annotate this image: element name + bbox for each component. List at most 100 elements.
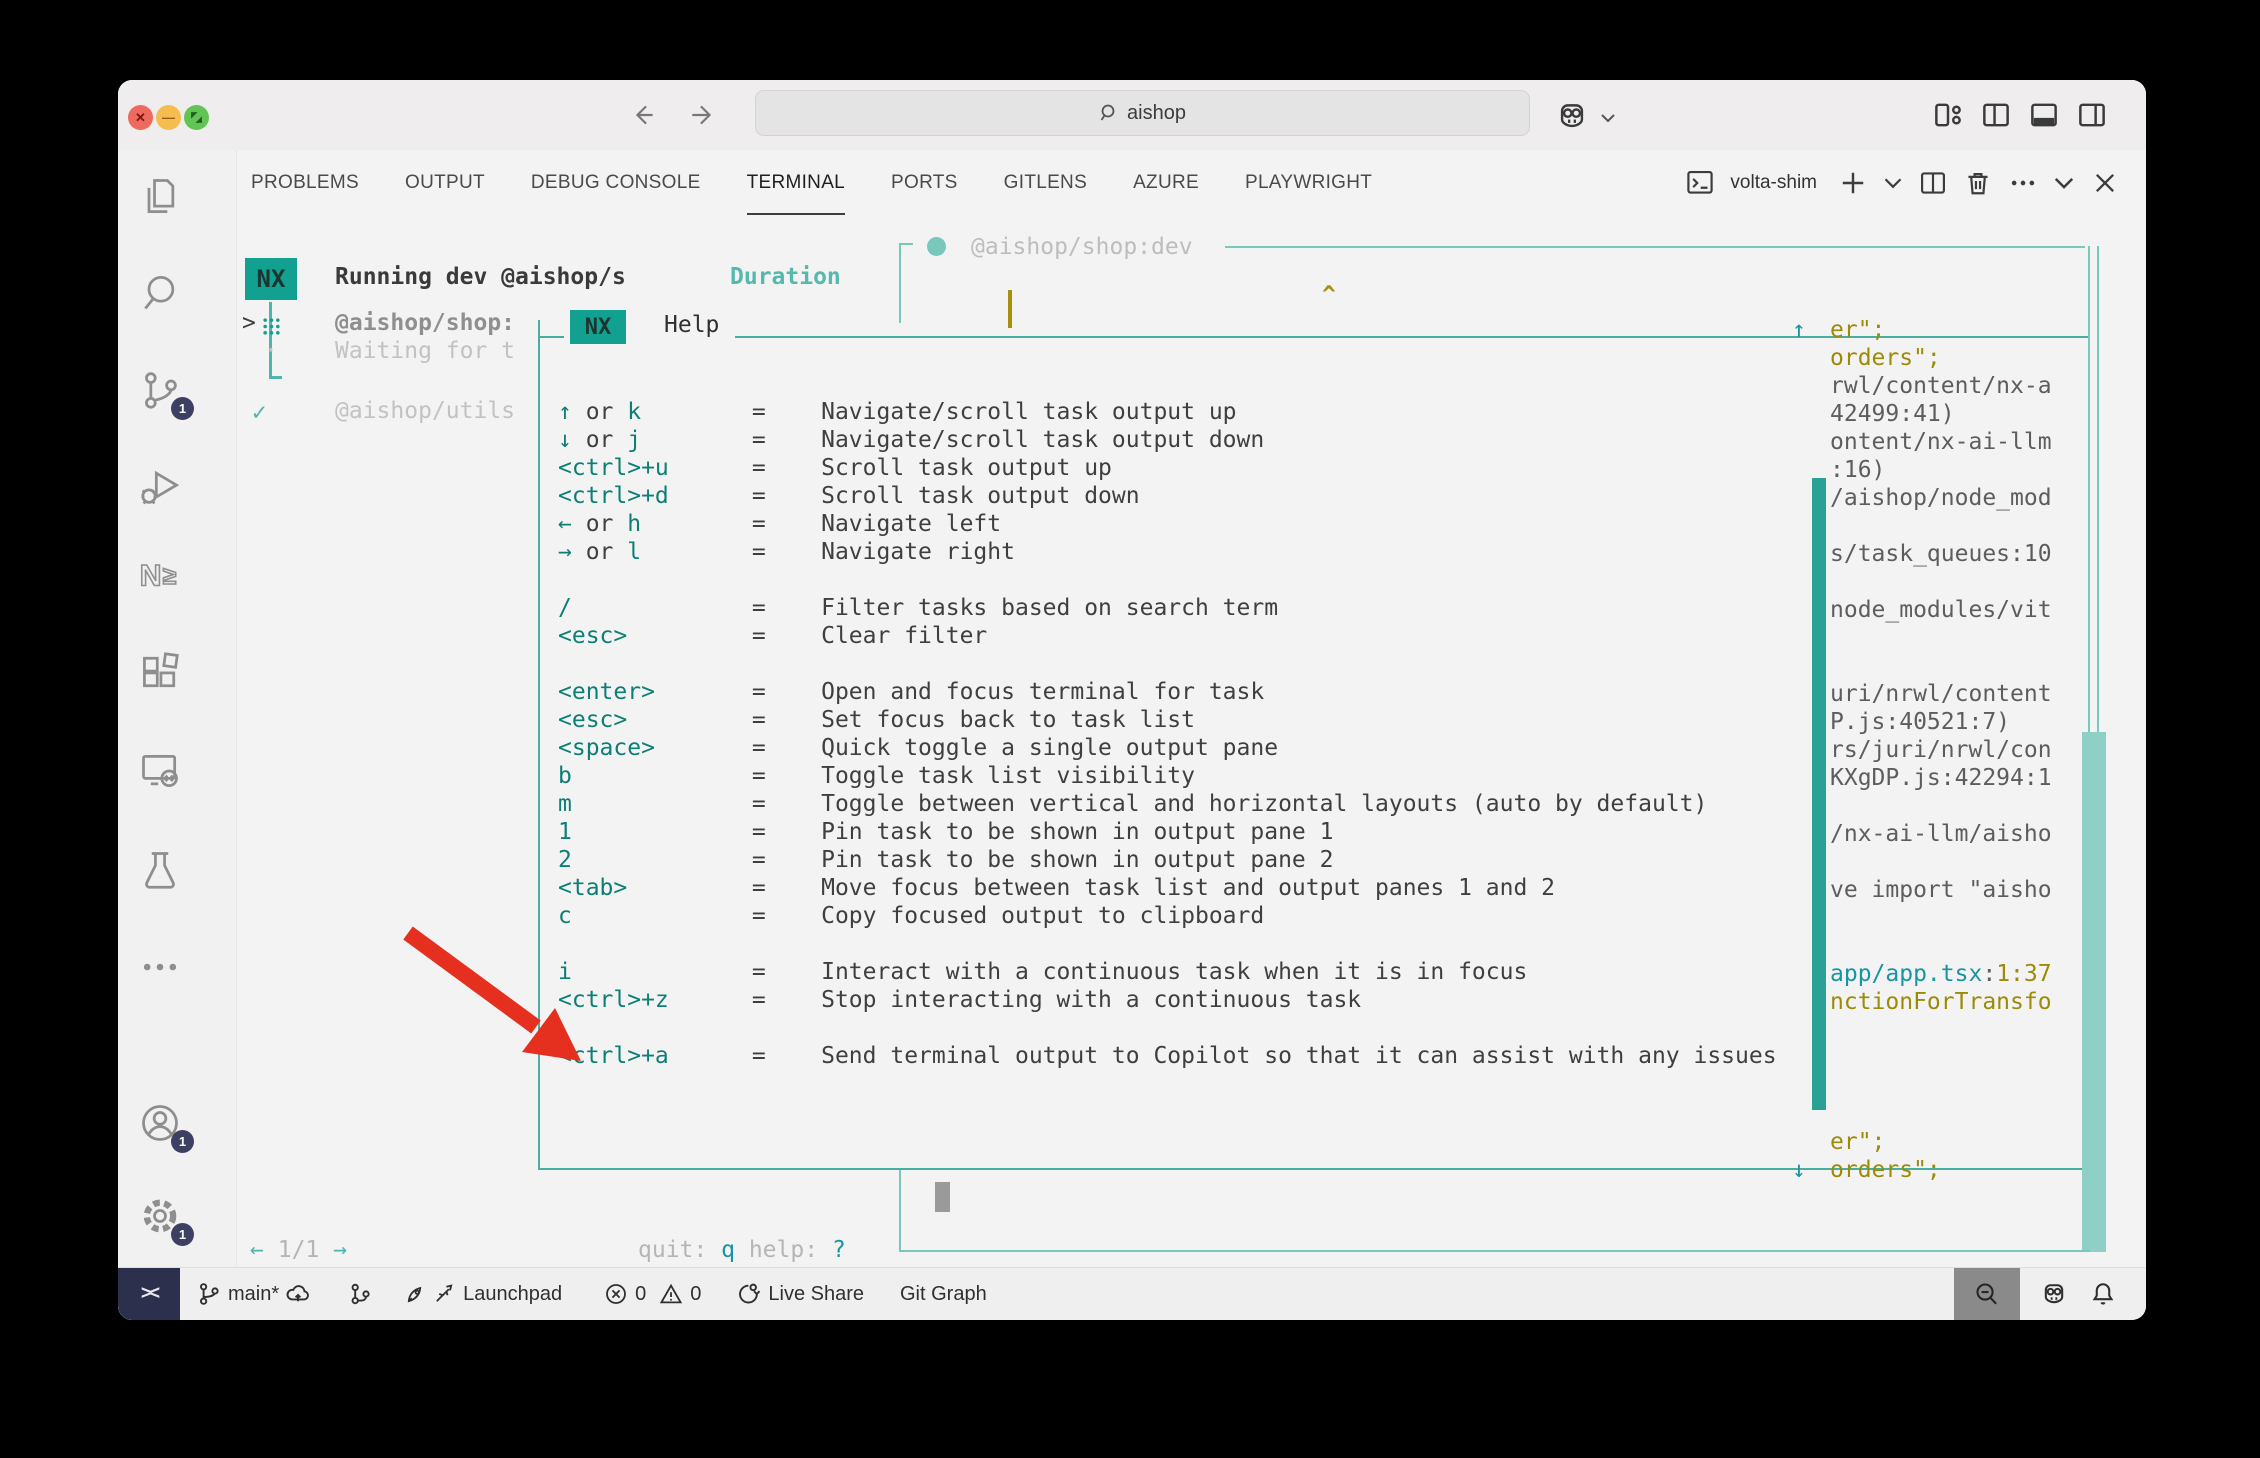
pager-left-arrow-icon[interactable]: ← xyxy=(250,1237,264,1263)
scroll-down-indicator: ↓ xyxy=(1792,1156,1806,1184)
output-line: s/task_queues:10 xyxy=(1830,540,2052,568)
sync-cloud-icon xyxy=(286,1282,310,1306)
copilot-icon xyxy=(2040,1280,2068,1308)
terminal-scrollbar-thumb[interactable] xyxy=(2082,732,2106,1252)
toggle-primary-sidebar-button[interactable] xyxy=(1980,99,2014,133)
output-line: er"; xyxy=(1830,1128,2052,1156)
tab-azure[interactable]: AZURE xyxy=(1133,150,1199,215)
activity-bar-run-debug-icon[interactable] xyxy=(138,464,182,508)
help-row-blank xyxy=(558,566,1777,594)
split-columns-icon xyxy=(1980,99,2012,131)
minimap-block xyxy=(935,1182,950,1212)
output-line: rs/juri/nrwl/con xyxy=(1830,736,2052,764)
tab-gitlens[interactable]: GITLENS xyxy=(1004,150,1087,215)
tab-playwright[interactable]: PLAYWRIGHT xyxy=(1245,150,1372,215)
customize-layout-icon xyxy=(1932,99,1964,131)
screencast-zoom-cell[interactable] xyxy=(1954,1268,2020,1320)
activity-bar-accounts-icon[interactable]: 1 xyxy=(138,1101,182,1145)
terminal-name[interactable]: volta-shim xyxy=(1730,172,1817,194)
output-line xyxy=(1830,1044,2052,1072)
terminal-dropdown-button[interactable] xyxy=(1883,168,1903,198)
tab-debug-console[interactable]: DEBUG CONSOLE xyxy=(531,150,701,215)
output-line: P.js:40521:7) xyxy=(1830,708,2052,736)
output-pane-border-bottom-left xyxy=(899,1170,901,1252)
help-row: <enter>= Open and focus terminal for tas… xyxy=(558,678,1777,706)
output-line: ontent/nx-ai-llm xyxy=(1830,428,2052,456)
close-panel-button[interactable] xyxy=(2090,168,2120,198)
git-graph-status-item[interactable]: Git Graph xyxy=(900,1283,987,1306)
task-bullet: · xyxy=(264,338,278,364)
output-line xyxy=(1830,512,2052,540)
help-row: ← or h= Navigate left xyxy=(558,510,1777,538)
help-row: ↓ or j= Navigate/scroll task output down xyxy=(558,426,1777,454)
terminal-toolbar: volta-shim xyxy=(1685,150,2120,215)
remote-icon: >< xyxy=(141,1283,157,1305)
task-item-shop[interactable]: @aishop/shop: xyxy=(335,310,515,336)
output-line xyxy=(1830,1016,2052,1044)
activity-bar-extensions-icon[interactable] xyxy=(138,650,182,694)
help-title: Help xyxy=(654,312,729,338)
activity-bar-search-icon[interactable] xyxy=(138,270,182,314)
red-annotation-arrow xyxy=(396,923,596,1073)
close-window-button[interactable]: ✕ xyxy=(128,105,153,130)
kill-terminal-button[interactable] xyxy=(1963,168,1993,198)
more-actions-button[interactable] xyxy=(2008,168,2038,198)
tab-problems[interactable]: PROBLEMS xyxy=(251,150,359,215)
copilot-status-item[interactable] xyxy=(2040,1280,2068,1308)
tab-terminal[interactable]: TERMINAL xyxy=(747,150,845,215)
git-graph-label: Git Graph xyxy=(900,1283,987,1306)
help-row: m= Toggle between vertical and horizonta… xyxy=(558,790,1777,818)
toggle-secondary-sidebar-button[interactable] xyxy=(2076,99,2110,133)
help-row: <space>= Quick toggle a single output pa… xyxy=(558,734,1777,762)
hide-panel-button[interactable] xyxy=(2053,168,2075,198)
activity-bar-remote-explorer-icon[interactable] xyxy=(138,749,182,793)
task-tree-line-foot xyxy=(269,376,282,379)
activity-bar-settings-gear-icon[interactable]: 1 xyxy=(138,1194,182,1238)
zoom-window-button[interactable] xyxy=(184,105,209,130)
minimize-window-button[interactable]: — xyxy=(156,105,181,130)
live-share-status-item[interactable]: Live Share xyxy=(737,1282,864,1306)
help-row-blank xyxy=(558,1014,1777,1042)
output-line: node_modules/vit xyxy=(1830,596,2052,624)
pipeline-status-item[interactable] xyxy=(348,1282,372,1306)
output-pane-border-top xyxy=(1225,246,2085,248)
output-line: er"; xyxy=(1830,316,2052,344)
command-center-search[interactable]: aishop xyxy=(755,90,1530,136)
copilot-icon xyxy=(1555,99,1589,133)
arrow-left-icon xyxy=(632,102,658,128)
quit-help-hint: quit: q help: ? xyxy=(638,1236,846,1264)
tab-ports[interactable]: PORTS xyxy=(891,150,958,215)
running-task-title: Running dev @aishop/s xyxy=(335,264,626,290)
new-terminal-button[interactable] xyxy=(1838,168,1868,198)
help-row-blank xyxy=(558,930,1777,958)
warnings-count: 0 xyxy=(690,1283,701,1306)
navigate-back-button[interactable] xyxy=(632,102,658,128)
activity-bar-more-icon[interactable] xyxy=(138,945,182,989)
customize-layout-button[interactable] xyxy=(1932,99,1966,133)
toggle-panel-button[interactable] xyxy=(2028,99,2062,133)
duration-column-label: Duration xyxy=(730,264,841,290)
navigate-forward-button[interactable] xyxy=(689,102,715,128)
errors-count: 0 xyxy=(635,1283,646,1306)
task-item-utils[interactable]: @aishop/utils xyxy=(335,398,515,424)
activity-bar-source-control-icon[interactable]: 1 xyxy=(138,368,182,412)
quit-key: q xyxy=(721,1237,735,1263)
launchpad-status-item[interactable]: Launchpad xyxy=(404,1282,562,1306)
remote-indicator[interactable]: >< xyxy=(118,1268,180,1320)
title-bar: ✕ — aishop xyxy=(118,80,2146,150)
activity-bar-testing-icon[interactable] xyxy=(138,848,182,892)
activity-bar-files-icon[interactable] xyxy=(138,175,182,219)
branch-status-item[interactable]: main* xyxy=(197,1282,310,1306)
split-terminal-button[interactable] xyxy=(1918,168,1948,198)
problems-status-item[interactable]: 0 0 xyxy=(604,1282,701,1306)
help-row: 1= Pin task to be shown in output pane 1 xyxy=(558,818,1777,846)
help-rows: ↑ or k= Navigate/scroll task output up↓ … xyxy=(558,398,1777,1070)
help-row: b= Toggle task list visibility xyxy=(558,762,1777,790)
badge: 1 xyxy=(171,397,194,420)
tab-output[interactable]: OUTPUT xyxy=(405,150,485,215)
activity-bar-nx-console-icon[interactable]: N≥ xyxy=(138,553,182,597)
copilot-menu-button[interactable] xyxy=(1555,99,1589,133)
pager-right-arrow-icon[interactable]: → xyxy=(333,1237,347,1263)
notifications-status-item[interactable] xyxy=(2090,1281,2116,1307)
output-scrollbar-thumb[interactable] xyxy=(1812,478,1826,1110)
